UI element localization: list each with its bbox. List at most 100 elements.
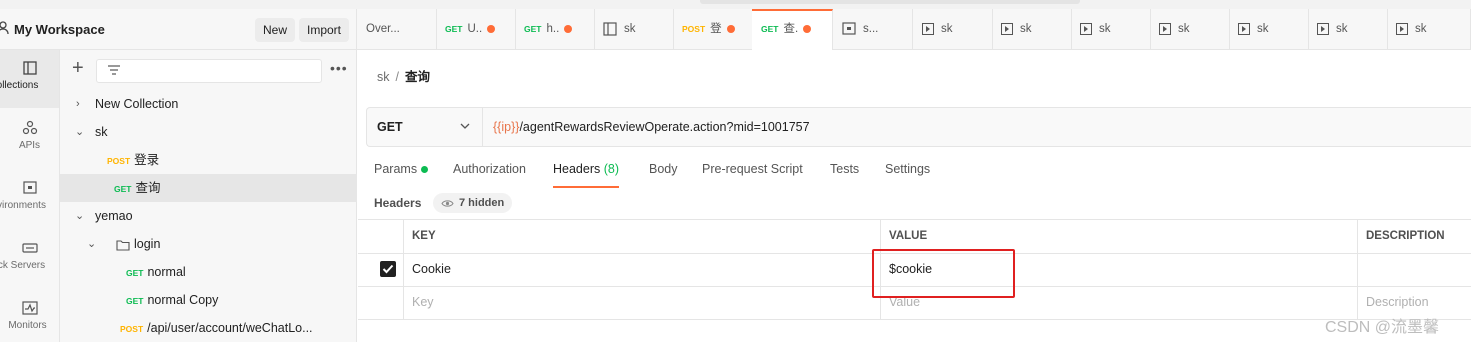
runner-icon (1159, 22, 1171, 35)
collections-icon (22, 61, 37, 75)
tree-request-normal-copy[interactable]: GET normal Copy (60, 286, 357, 314)
url-bar: GET {{ip}}/agentRewardsReviewOperate.act… (366, 107, 1471, 147)
tab-tests[interactable]: Tests (830, 162, 859, 186)
tab-request[interactable]: GET U.. (436, 9, 516, 49)
tab-body[interactable]: Body (649, 162, 678, 186)
tab-request[interactable]: GET h.. (515, 9, 595, 49)
tab-label: sk (1178, 23, 1190, 35)
mock-servers-icon (21, 243, 38, 253)
tab-label: sk (624, 23, 636, 35)
rail-environments-label: vironments (0, 200, 46, 211)
tree-request-query[interactable]: GET 查询 (60, 174, 357, 202)
tab-request[interactable]: POST 登 (673, 9, 753, 49)
unsaved-dot (726, 24, 735, 33)
new-button[interactable]: New (255, 18, 296, 42)
checkmark-icon (382, 264, 394, 274)
rail-collections-label: ollections (0, 80, 39, 91)
header-key-field[interactable]: Cookie (412, 253, 451, 286)
runner-icon (1001, 22, 1013, 35)
tab-runner[interactable]: sk (913, 9, 993, 49)
rail-apis[interactable]: APIs (0, 110, 59, 168)
method-badge: GET (126, 268, 144, 278)
window-top-strip (0, 0, 1471, 9)
column-divider (1357, 219, 1358, 319)
rail-monitors[interactable]: Monitors (0, 290, 59, 348)
tree-request-normal[interactable]: GET normal (60, 258, 357, 286)
chevron-down-icon[interactable]: ⌄ (87, 239, 97, 250)
tab-label: h.. (546, 23, 560, 35)
add-collection-icon[interactable]: + (72, 58, 84, 78)
tree-collection-yemao[interactable]: ⌄ yemao (60, 202, 357, 230)
rail-collections[interactable]: ollections (0, 50, 59, 108)
filter-input[interactable] (96, 59, 322, 83)
url-input[interactable]: {{ip}}/agentRewardsReviewOperate.action?… (493, 120, 810, 134)
chevron-down-icon[interactable]: ⌄ (75, 127, 85, 138)
rail-apis-label: APIs (18, 140, 41, 151)
chevron-down-icon[interactable]: ⌄ (75, 211, 85, 222)
tab-label: 登 (710, 23, 722, 35)
method-badge: GET (524, 24, 542, 34)
tree-label: New Collection (95, 97, 179, 111)
more-options-icon[interactable]: ••• (330, 60, 348, 76)
tab-runner[interactable]: sk (1071, 9, 1151, 49)
headers-section-label: Headers (374, 196, 422, 210)
tab-params[interactable]: Params (374, 162, 429, 186)
tab-label: sk (1257, 23, 1269, 35)
tab-runner[interactable]: sk (1308, 9, 1388, 49)
tab-runner[interactable]: sk (992, 9, 1072, 49)
breadcrumb-current[interactable]: 查询 (405, 70, 430, 84)
tab-label: sk (1099, 23, 1111, 35)
rail-mock-servers-label: ck Servers (0, 260, 46, 271)
tree-label: normal Copy (147, 293, 219, 307)
tree-request-wechat-login[interactable]: POST/api/user/account/weChatLo... (60, 314, 357, 342)
scroll-indicator (700, 0, 1080, 4)
runner-icon (1238, 22, 1250, 35)
tree-label: 查询 (135, 181, 161, 195)
left-rail: ollections APIs vironments ck Servers Mo… (0, 50, 60, 342)
tab-settings[interactable]: Settings (885, 162, 930, 186)
tab-environment[interactable]: s... (833, 9, 913, 49)
tree-label: login (134, 237, 161, 251)
tab-authorization[interactable]: Authorization (453, 162, 526, 186)
tab-label: s... (863, 23, 879, 35)
header-enabled-checkbox[interactable] (380, 261, 396, 277)
tab-overview[interactable]: Over... (357, 9, 437, 49)
method-badge: GET (114, 184, 132, 194)
tab-prerequest-script[interactable]: Pre-request Script (702, 162, 803, 186)
hidden-headers-toggle[interactable]: 7 hidden (433, 193, 513, 213)
runner-icon (922, 22, 934, 35)
tab-label: U.. (467, 23, 483, 35)
user-icon[interactable] (0, 21, 9, 38)
workspace-title[interactable]: My Workspace (14, 22, 105, 37)
sidebar-toolbar: + ••• (60, 50, 357, 88)
tab-label: Over... (366, 23, 400, 35)
tab-label: sk (1415, 23, 1427, 35)
tab-runner[interactable]: sk (1150, 9, 1230, 49)
tree-label: sk (95, 125, 108, 139)
tree-label: 登录 (134, 153, 160, 167)
tab-headers[interactable]: Headers (8) (553, 162, 620, 188)
tree-request-login[interactable]: POST 登录 (60, 146, 357, 174)
method-badge: GET (126, 296, 144, 306)
runner-icon (1396, 22, 1408, 35)
tree-folder-login[interactable]: ⌄ login (60, 230, 357, 258)
tree-label: yemao (95, 209, 133, 223)
rail-mock-servers[interactable]: ck Servers (0, 230, 59, 288)
column-divider (403, 219, 404, 319)
import-button[interactable]: Import (299, 18, 350, 42)
breadcrumb-separator: / (395, 70, 399, 84)
new-key-field[interactable]: Key (412, 286, 434, 319)
status-dot (421, 166, 429, 174)
tab-request-active[interactable]: GET 查. (752, 9, 833, 50)
tree-collection-sk[interactable]: ⌄ sk (60, 118, 357, 146)
method-badge: GET (445, 24, 463, 34)
tab-collection[interactable]: sk (594, 9, 674, 49)
tab-runner[interactable]: sk (1387, 9, 1471, 49)
rail-environments[interactable]: vironments (0, 170, 59, 228)
tree-collection-new[interactable]: › New Collection (60, 90, 357, 118)
method-select[interactable]: GET (367, 108, 483, 146)
tab-label: sk (941, 23, 953, 35)
tab-runner[interactable]: sk (1229, 9, 1309, 49)
chevron-right-icon[interactable]: › (76, 99, 86, 110)
breadcrumb-parent[interactable]: sk (377, 70, 390, 84)
